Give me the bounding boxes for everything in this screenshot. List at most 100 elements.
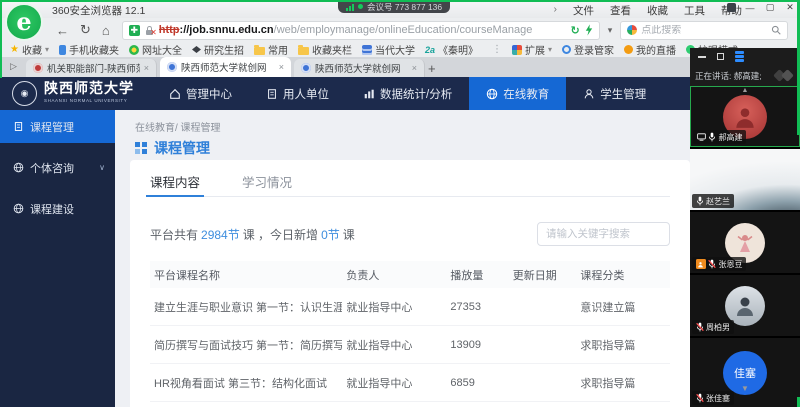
participant-tiles: ▲ 郝高建 赵艺兰 [690,86,800,407]
nav-data-statistics[interactable]: 数据统计/分析 [346,77,469,110]
bookmark-folder-bar[interactable]: 收藏夹栏 [298,42,352,57]
login-manager-button[interactable]: 登录管家 [562,42,614,57]
overflow-dots-icon[interactable]: ⋮ [492,44,502,55]
security-shield-icon[interactable]: ✚ [129,25,140,36]
bookmark-qinming[interactable]: 2a 《秦明》 [425,42,478,57]
table-row[interactable]: HR视角看面试 第三节：结构化面试 就业指导中心 6859 求职指导篇 [150,364,670,402]
table-header-row: 平台课程名称 负责人 播放量 更新日期 课程分类 [150,261,670,288]
participant-tile-speaker[interactable]: ▲ 郝高建 [690,86,800,147]
menu-chevron-icon[interactable]: › [554,3,558,18]
bookmark-folder-common[interactable]: 常用 [254,42,288,57]
participant-tile-video[interactable]: 赵艺兰 [690,149,800,210]
col-update-date: 更新日期 [509,267,577,283]
extensions-button[interactable]: 扩展 ▾ [512,42,552,57]
sidebar-item-individual-counseling[interactable]: 个体咨询 ∨ [0,151,115,184]
course-owner: 就业指导中心 [342,299,446,315]
sidebar-item-course-construction[interactable]: 课程建设 [0,192,115,225]
scroll-up-icon[interactable]: ▲ [742,87,749,94]
browser-tab-3[interactable]: 陕西师范大学就创网 × [294,59,425,77]
url-dropdown-icon[interactable]: ▾ [608,25,613,36]
course-owner: 就业指导中心 [342,375,446,391]
live-icon [624,45,633,54]
course-name[interactable]: 简历撰写与面试技巧 第一节：简历撰写（上） [150,337,342,353]
tab-close-icon[interactable]: × [279,62,284,72]
menu-view[interactable]: 查看 [610,3,631,18]
login-manager-icon [562,45,571,54]
tab-learning-status[interactable]: 学习情况 [242,160,292,196]
col-plays: 播放量 [446,267,508,283]
tab-list-expander-icon[interactable]: ▷ [10,61,17,72]
browser-window-title: 360安全浏览器 12.1 [52,3,145,18]
close-button[interactable]: ✕ [784,2,796,13]
nav-online-education[interactable]: 在线教育 [469,77,566,110]
browser-search-input[interactable] [641,25,767,36]
back-button[interactable]: ← [56,23,69,38]
menu-favorites[interactable]: 收藏 [647,3,668,18]
browser-menubar: › 文件 查看 收藏 工具 帮助 [554,3,743,18]
refresh-button[interactable]: ↻ [80,22,91,38]
globe-icon [13,203,24,214]
speed-mode-icon[interactable]: ↻ [571,24,580,37]
university-seal-icon: ◉ [12,81,37,106]
url-host: ://job.snnu.edu.cn [180,24,274,36]
course-name[interactable]: 建立生涯与职业意识 第一节：认识生涯 [150,299,342,315]
bookmark-sites[interactable]: 网址大全 [129,42,182,57]
platform-stats: 平台共有2984节课 ，今日新增0节课 [150,226,355,243]
tab-favicon [33,63,43,73]
bookmark-graduate[interactable]: 研究生招 [192,42,244,57]
participant-tile[interactable]: 佳塞 ▼ 张佳塞 [690,338,800,407]
bookmark-mobile[interactable]: 手机收藏夹 [59,42,119,57]
extensions-icon [512,45,522,55]
col-category: 课程分类 [576,267,670,283]
participant-nametag: 周柏男 [692,320,734,334]
table-row[interactable]: 简历撰写与面试技巧 第一节：简历撰写（上） 就业指导中心 13909 求职指导篇 [150,326,670,364]
course-name[interactable]: HR视角看面试 第三节：结构化面试 [150,375,342,391]
meeting-layout-icon[interactable] [735,51,744,62]
meeting-minimize-icon[interactable] [698,56,706,58]
menu-file[interactable]: 文件 [573,3,594,18]
nav-management-center[interactable]: 管理中心 [152,77,249,110]
minimize-button[interactable]: — [744,3,756,13]
person-photo-icon [732,104,758,130]
speaking-row: 正在讲话: 郝高建; [690,65,800,86]
tab-close-icon[interactable]: × [412,63,417,73]
my-live-button[interactable]: 我的直播 [624,42,676,57]
col-course-name: 平台课程名称 [150,267,342,283]
breadcrumb: 在线教育/ 课程管理 [135,119,221,134]
participant-name: 周柏男 [706,322,730,333]
bookmark-favorites[interactable]: ★ 收藏 ▾ [10,42,49,57]
search-icon[interactable] [771,25,781,35]
table-row[interactable]: 建立生涯与职业意识 第一节：认识生涯 就业指导中心 27353 意识建立篇 [150,288,670,326]
home-button[interactable]: ⌂ [102,23,110,38]
folder-icon [298,47,309,55]
lightning-icon[interactable] [585,24,593,36]
mic-on-icon [696,196,704,206]
tab-close-icon[interactable]: × [144,63,149,73]
meeting-id-label: 会议号 773 877 136 [367,1,442,13]
nav-employers[interactable]: 用人单位 [249,77,346,110]
menu-tools[interactable]: 工具 [684,3,705,18]
participant-tile[interactable]: 张恩豆 [690,212,800,273]
bookmark-college[interactable]: 当代大学 [362,42,415,57]
url-field[interactable]: ✚ ✕ http://job.snnu.edu.cn/web/employman… [122,21,600,40]
new-tab-button[interactable]: + [428,61,436,76]
browser-tab-2-active[interactable]: 陕西师范大学就创网 × [160,57,291,77]
bar-chart-icon [363,88,375,100]
browser-360-logo-icon[interactable]: e [5,3,43,41]
building-icon [266,88,278,100]
tab-course-content[interactable]: 课程内容 [150,160,200,196]
site-header: ◉ 陕西师范大学 SHAANXI NORMAL UNIVERSITY 管理中心 … [0,77,800,110]
nav-student-management[interactable]: 学生管理 [566,77,663,110]
meeting-maximize-icon[interactable] [717,53,724,60]
window-controls: — ▢ ✕ [727,2,796,13]
scroll-down-icon[interactable]: ▼ [741,384,749,393]
course-search-input[interactable] [537,222,670,246]
participant-nametag: 张恩豆 [692,257,746,271]
theme-icon[interactable] [727,3,736,12]
participant-tile[interactable]: 周柏男 [690,275,800,336]
browser-tab-1[interactable]: 机关职能部门-陕西师范大学 × [26,59,157,77]
sidebar-item-course-management[interactable]: 课程管理 [0,110,115,143]
maximize-button[interactable]: ▢ [764,2,776,13]
mic-muted-icon [708,259,716,269]
search-engine-icon[interactable] [627,25,637,35]
